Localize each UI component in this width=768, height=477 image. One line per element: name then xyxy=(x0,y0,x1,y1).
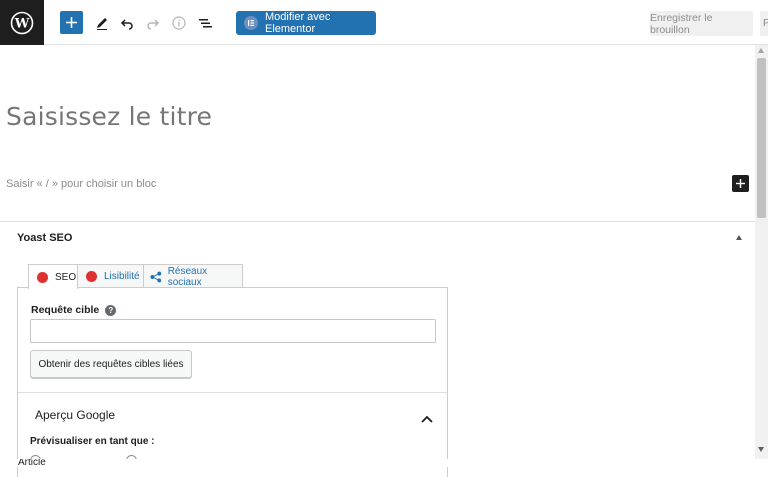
red-dot-icon xyxy=(86,271,97,282)
list-view-icon[interactable] xyxy=(194,12,216,34)
tab-seo-label: SEO xyxy=(55,271,77,283)
save-draft-button[interactable]: Enregistrer le brouillon xyxy=(650,11,753,36)
preview-as-label: Prévisualiser en tant que : xyxy=(30,436,155,447)
publish-button[interactable]: P xyxy=(760,11,768,36)
breadcrumb[interactable]: Article xyxy=(18,459,46,467)
elementor-icon xyxy=(244,16,258,30)
edit-with-elementor-button[interactable]: Modifier avec Elementor xyxy=(236,11,376,35)
scroll-down-arrow-icon[interactable] xyxy=(758,447,764,452)
editor-scrollbar[interactable] xyxy=(755,45,768,459)
plus-icon xyxy=(66,17,77,28)
keyphrase-label: Requête cible ? xyxy=(31,304,117,316)
scroll-thumb[interactable] xyxy=(757,58,766,218)
section-divider xyxy=(18,392,447,393)
block-inserter-button[interactable] xyxy=(732,175,749,192)
add-block-button[interactable] xyxy=(60,11,83,34)
save-draft-label: Enregistrer le brouillon xyxy=(650,11,713,36)
undo-icon[interactable] xyxy=(116,12,138,34)
editor-canvas: Saisissez le titre Saisir « / » pour cho… xyxy=(0,45,755,477)
scroll-up-arrow-icon[interactable] xyxy=(758,48,764,53)
post-title-input[interactable]: Saisissez le titre xyxy=(6,102,212,131)
tab-seo[interactable]: SEO xyxy=(28,264,78,289)
pencil-icon[interactable] xyxy=(91,12,113,34)
seo-panel: Requête cible ? Obtenir des requêtes cib… xyxy=(17,287,448,477)
keyphrase-label-text: Requête cible xyxy=(31,304,100,316)
tab-readability[interactable]: Lisibilité xyxy=(77,264,144,288)
redo-icon[interactable] xyxy=(142,12,164,34)
svg-text:W: W xyxy=(14,16,30,31)
share-icon xyxy=(150,271,162,282)
editor-toolbar: W Modifier avec Elementor Enregistrer le… xyxy=(0,0,768,45)
tab-social-label: Réseaux sociaux xyxy=(167,265,208,288)
publish-label: P xyxy=(763,17,768,29)
related-keyphrases-button[interactable]: Obtenir des requêtes cibles liées xyxy=(30,350,192,378)
plus-icon xyxy=(736,179,745,188)
chevron-up-icon[interactable] xyxy=(421,410,433,428)
wordpress-logo-icon[interactable]: W xyxy=(0,0,44,45)
collapse-up-icon[interactable] xyxy=(736,235,742,240)
tab-social[interactable]: Réseaux sociaux xyxy=(143,264,243,288)
yoast-panel-title[interactable]: Yoast SEO xyxy=(17,232,72,244)
red-dot-icon xyxy=(37,271,48,283)
elementor-button-label: Modifier avec Elementor xyxy=(265,11,331,35)
tab-readability-label: Lisibilité xyxy=(104,271,140,282)
related-keyphrases-label: Obtenir des requêtes cibles liées xyxy=(38,358,184,370)
keyphrase-input[interactable] xyxy=(30,319,436,343)
editor-footer: Article xyxy=(0,459,768,467)
block-placeholder[interactable]: Saisir « / » pour choisir un bloc xyxy=(6,178,156,190)
help-icon[interactable]: ? xyxy=(105,304,117,316)
meta-box-divider xyxy=(0,221,755,222)
info-icon[interactable] xyxy=(168,12,190,34)
google-preview-title[interactable]: Aperçu Google xyxy=(35,408,115,422)
